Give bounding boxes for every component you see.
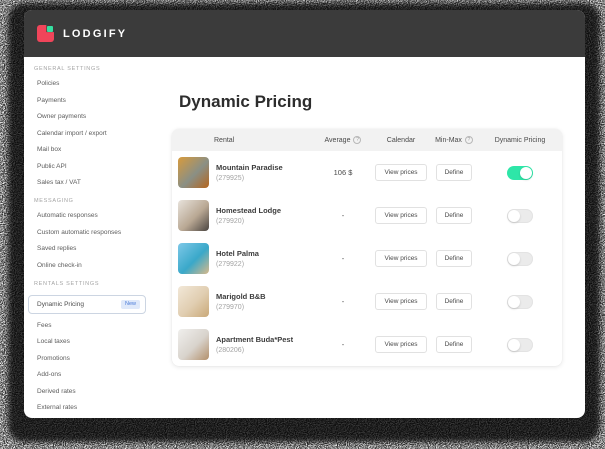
settings-sidebar: GENERAL SETTINGS Policies Payments Owner…	[24, 57, 160, 418]
column-header-calendar: Calendar	[386, 136, 416, 144]
define-button[interactable]: Define	[435, 293, 473, 310]
dynamic-pricing-toggle[interactable]	[507, 208, 533, 223]
toggle-knob	[508, 295, 520, 308]
sidebar-item-add-ons[interactable]: Add-ons	[24, 371, 160, 378]
toggle-knob	[508, 338, 520, 351]
sidebar-item-public-api[interactable]: Public API	[24, 163, 160, 170]
rental-id: (279970)	[216, 303, 245, 311]
sidebar-item-fees[interactable]: Fees	[24, 322, 160, 329]
sidebar-item-calendar-import-export[interactable]: Calendar import / export	[24, 130, 160, 137]
sidebar-item-local-taxes[interactable]: Local taxes	[24, 338, 160, 345]
define-button[interactable]: Define	[435, 250, 473, 267]
rental-name: Hotel Palma	[216, 249, 259, 259]
average-value: -	[341, 254, 345, 263]
table-row: Mountain Paradise (279925) 106 $ View pr…	[172, 151, 562, 194]
section-label-rentals-settings: RENTALS SETTINGS	[34, 280, 100, 287]
average-value: -	[341, 211, 345, 220]
sidebar-item-promotions[interactable]: Promotions	[24, 355, 160, 362]
page-background: LODGIFY GENERAL SETTINGS Policies Paymen…	[0, 0, 605, 449]
view-prices-button[interactable]: View prices	[375, 293, 427, 310]
sidebar-item-derived-rates[interactable]: Derived rates	[24, 388, 160, 395]
toggle-knob	[508, 252, 520, 265]
sidebar-item-external-rates[interactable]: External rates	[24, 404, 160, 411]
define-button[interactable]: Define	[435, 164, 473, 181]
sidebar-item-payments[interactable]: Payments	[24, 97, 160, 104]
section-label-messaging: MESSAGING	[34, 198, 74, 204]
rental-id: (279920)	[216, 217, 245, 225]
table-header-row: Rental Average ? Calendar Min-Max ? Dyna…	[172, 129, 562, 151]
rental-thumbnail	[178, 157, 209, 188]
average-value: -	[341, 297, 345, 306]
help-icon[interactable]: ?	[353, 136, 362, 144]
column-header-dynamic-pricing: Dynamic Pricing	[494, 136, 546, 144]
sidebar-item-custom-automatic-responses[interactable]: Custom automatic responses	[24, 229, 160, 236]
view-prices-button[interactable]: View prices	[375, 336, 427, 353]
new-badge: New	[120, 299, 140, 309]
sidebar-item-owner-payments[interactable]: Owner payments	[24, 113, 160, 120]
view-prices-button[interactable]: View prices	[375, 207, 427, 224]
average-value: 106 $	[333, 168, 353, 177]
toggle-knob	[520, 166, 532, 179]
brand-name: LODGIFY	[63, 27, 128, 40]
sidebar-item-dynamic-pricing[interactable]: Dynamic Pricing New	[28, 294, 146, 314]
rental-id: (279925)	[216, 174, 245, 182]
rental-name: Mountain Paradise	[216, 163, 283, 173]
sidebar-item-label: Dynamic Pricing	[37, 300, 84, 308]
sidebar-item-automatic-responses[interactable]: Automatic responses	[24, 212, 160, 219]
sidebar-item-saved-replies[interactable]: Saved replies	[24, 245, 160, 252]
toggle-knob	[508, 209, 520, 222]
dynamic-pricing-toggle[interactable]	[507, 165, 533, 180]
app-window: LODGIFY GENERAL SETTINGS Policies Paymen…	[24, 10, 585, 418]
rental-name: Marigold B&B	[216, 292, 266, 302]
view-prices-button[interactable]: View prices	[375, 164, 427, 181]
dynamic-pricing-toggle[interactable]	[507, 251, 533, 266]
table-row: Apartment Buda*Pest (280206) - View pric…	[172, 323, 562, 366]
rental-thumbnail	[178, 243, 209, 274]
column-header-rental: Rental	[214, 136, 235, 144]
column-header-average: Average ?	[314, 136, 372, 144]
rental-thumbnail	[178, 286, 209, 317]
define-button[interactable]: Define	[435, 207, 473, 224]
lodgify-logo[interactable]: LODGIFY	[37, 25, 127, 42]
sidebar-item-mail-box[interactable]: Mail box	[24, 146, 160, 153]
section-label-general-settings: GENERAL SETTINGS	[34, 66, 101, 72]
dynamic-pricing-toggle[interactable]	[507, 294, 533, 309]
table-row: Homestead Lodge (279920) - View prices D…	[172, 194, 562, 237]
rental-thumbnail	[178, 329, 209, 360]
table-row: Marigold B&B (279970) - View prices Defi…	[172, 280, 562, 323]
logo-teal-square	[47, 26, 53, 32]
sidebar-item-online-check-in[interactable]: Online check-in	[24, 262, 160, 269]
rental-name: Homestead Lodge	[216, 206, 282, 216]
view-prices-button[interactable]: View prices	[375, 250, 427, 267]
sidebar-item-sales-tax-vat[interactable]: Sales tax / VAT	[24, 179, 160, 186]
top-bar: LODGIFY	[24, 10, 585, 57]
help-icon[interactable]: ?	[464, 136, 473, 144]
rental-name: Apartment Buda*Pest	[216, 335, 294, 345]
table-row: Hotel Palma (279922) - View prices Defin…	[172, 237, 562, 280]
average-value: -	[341, 340, 345, 349]
rental-id: (279922)	[216, 260, 245, 268]
page-title: Dynamic Pricing	[179, 92, 313, 111]
sidebar-item-policies[interactable]: Policies	[24, 80, 160, 87]
define-button[interactable]: Define	[435, 336, 473, 353]
rental-id: (280206)	[216, 346, 245, 354]
rentals-table: Rental Average ? Calendar Min-Max ? Dyna…	[172, 129, 562, 366]
column-header-min-max-label: Min-Max	[435, 136, 462, 144]
column-header-average-label: Average	[324, 136, 351, 144]
main-content: Dynamic Pricing Rental Average ? Calenda…	[160, 57, 585, 418]
column-header-min-max: Min-Max ?	[430, 136, 478, 144]
rental-thumbnail	[178, 200, 209, 231]
lodgify-logo-icon	[37, 25, 54, 42]
dynamic-pricing-toggle[interactable]	[507, 337, 533, 352]
